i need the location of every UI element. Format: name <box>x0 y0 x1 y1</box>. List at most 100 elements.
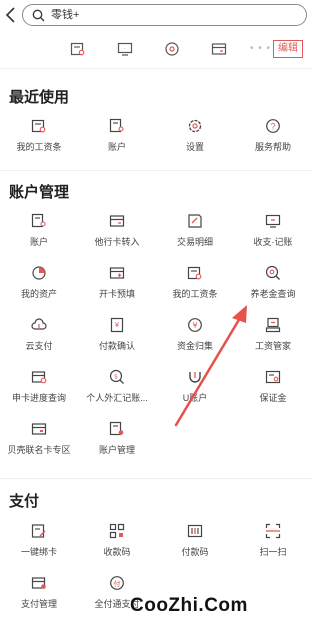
card-transfer-icon <box>109 215 125 227</box>
grid-item-label: 开卡预填 <box>98 289 135 299</box>
gear-icon <box>188 119 202 133</box>
payslip-icon <box>31 119 46 133</box>
scan-icon <box>265 523 281 539</box>
refresh-icon[interactable] <box>164 41 180 57</box>
grid-item-payslip[interactable]: 我的工资条 <box>0 118 78 170</box>
grid-item-card-transfer[interactable]: 他行卡转入 <box>78 213 156 265</box>
grid-item-label: 账户管理 <box>98 445 135 455</box>
payment-confirm-icon: ¥ <box>110 317 124 333</box>
grid-item-pay-manage[interactable]: 支付管理 <box>0 575 78 627</box>
grid-item-label: 他行卡转入 <box>94 237 140 247</box>
grid-item-u-account[interactable]: U账户 <box>156 369 234 421</box>
payslip-icon[interactable] <box>70 41 86 57</box>
search-input[interactable]: 零钱+ <box>22 4 307 26</box>
grid-item-help[interactable]: ? 服务帮助 <box>234 118 312 170</box>
co-brand-card-icon <box>31 423 47 435</box>
grid-item-account[interactable]: 账户 <box>78 118 156 170</box>
fund-collect-icon: ¥ <box>188 318 202 332</box>
grid-item-salary-manager[interactable]: 工资管家 <box>234 317 312 369</box>
section-title-payment: 支付 <box>9 493 40 510</box>
grid-item-pension-search[interactable]: 养老金查询 <box>234 265 312 317</box>
grid-item-label: U账户 <box>182 393 208 403</box>
svg-text:付: 付 <box>114 579 121 588</box>
grid-item-label: 账户 <box>29 237 48 247</box>
help-icon: ? <box>266 119 280 133</box>
divider <box>0 478 312 479</box>
grid-item-card-prefill[interactable]: 开卡预填 <box>78 265 156 317</box>
grid-item-label: 云支付 <box>25 341 53 351</box>
svg-text:¥: ¥ <box>192 321 197 330</box>
grid-item-label: 我的工资条 <box>16 142 62 152</box>
grid-item-forex[interactable]: $ 个人外汇记账... <box>78 369 156 421</box>
grid-item-label: 扫一扫 <box>259 547 287 557</box>
grid-item-label: 付款确认 <box>98 341 135 351</box>
edit-button[interactable]: 编辑 <box>273 40 303 58</box>
search-query: 零钱+ <box>51 9 80 21</box>
top-bar: 零钱+ <box>0 0 312 30</box>
grid-item-account[interactable]: 账户 <box>0 213 78 265</box>
pension-search-icon <box>265 265 280 280</box>
grid-item-gear[interactable]: 设置 <box>156 118 234 170</box>
grid-item-qr-code[interactable]: 收款码 <box>78 523 156 575</box>
grid-item-pie-chart[interactable]: 我的资产 <box>0 265 78 317</box>
grid-item-fund-collect[interactable]: ¥ 资金归集 <box>156 317 234 369</box>
grid-item-cloud-pay[interactable]: 云支付 <box>0 317 78 369</box>
card-prefill-icon <box>109 267 125 279</box>
svg-text:¥: ¥ <box>115 321 120 329</box>
grid-item-deposit[interactable]: 保证金 <box>234 369 312 421</box>
card-icon[interactable] <box>211 41 227 57</box>
grid-item-payslip[interactable]: 我的工资条 <box>156 265 234 317</box>
more-dots: • • • <box>250 43 272 54</box>
grid-item-label: 付款码 <box>181 547 209 557</box>
grid-item-label: 一键绑卡 <box>20 547 57 557</box>
salary-manager-icon <box>265 317 281 333</box>
grid-item-label: 我的资产 <box>20 289 57 299</box>
grid-item-label: 收款码 <box>103 547 131 557</box>
full-pay-icon: 付 <box>110 576 124 590</box>
grid-item-label: 交易明细 <box>176 237 213 247</box>
grid-item-label: 贝壳联名卡专区 <box>7 445 71 455</box>
grid-item-transaction-detail[interactable]: 交易明细 <box>156 213 234 265</box>
grid-item-scan[interactable]: 扫一扫 <box>234 523 312 575</box>
grid-item-card-progress[interactable]: 申卡进度查询 <box>0 369 78 421</box>
grid-item-label: 支付管理 <box>20 599 57 609</box>
section-title-account: 账户管理 <box>9 184 70 201</box>
svg-text:?: ? <box>270 122 275 132</box>
grid-item-payment-confirm[interactable]: ¥ 付款确认 <box>78 317 156 369</box>
cloud-pay-icon <box>31 318 47 330</box>
divider <box>0 170 312 171</box>
grid-item-label: 工资管家 <box>254 341 291 351</box>
grid-item-bind-card[interactable]: 一键绑卡 <box>0 523 78 575</box>
search-icon <box>32 9 45 22</box>
grid-item-label: 设置 <box>185 142 204 152</box>
watermark: CooZhi.Com <box>130 595 248 616</box>
quick-shortcut-bar: • • • 编辑 <box>0 38 312 62</box>
barcode-icon <box>187 524 203 538</box>
deposit-icon <box>265 370 281 384</box>
svg-text:$: $ <box>114 374 118 381</box>
transaction-detail-icon <box>188 214 202 228</box>
grid-item-co-brand-card[interactable]: 贝壳联名卡专区 <box>0 421 78 473</box>
u-account-icon <box>189 372 201 383</box>
monitor-icon[interactable] <box>117 41 133 57</box>
grid-item-label: 保证金 <box>259 393 287 403</box>
payslip-icon <box>187 266 202 280</box>
account-icon <box>109 118 124 133</box>
forex-icon: $ <box>109 369 124 384</box>
bind-card-icon <box>31 524 46 538</box>
grid-item-label: 服务帮助 <box>254 142 291 152</box>
grid-item-barcode[interactable]: 付款码 <box>156 523 234 575</box>
grid-item-label: 资金归集 <box>176 341 213 351</box>
card-progress-icon <box>31 371 47 384</box>
divider <box>0 68 312 69</box>
grid-item-label: 个人外汇记账... <box>86 393 148 403</box>
account-manage-icon <box>109 421 124 436</box>
grid-item-bookkeeping[interactable]: 收支·记账 <box>234 213 312 265</box>
back-icon[interactable] <box>4 6 18 24</box>
section-title-recent: 最近使用 <box>9 89 70 106</box>
pay-manage-icon <box>31 577 46 589</box>
grid-item-account-manage[interactable]: 账户管理 <box>78 421 156 473</box>
account-icon <box>31 213 46 228</box>
grid-item-label: 养老金查询 <box>250 289 296 299</box>
grid-item-label: 账户 <box>107 142 126 152</box>
